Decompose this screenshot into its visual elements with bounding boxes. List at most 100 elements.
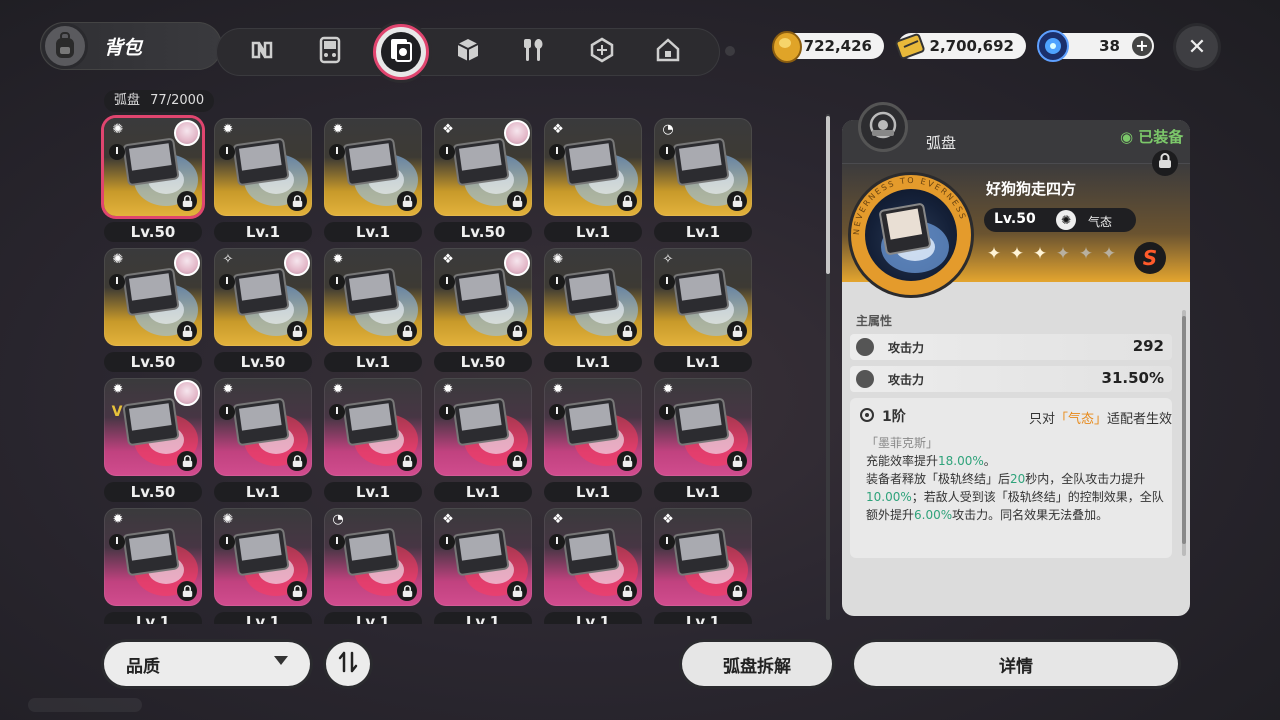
disc-card[interactable]: ✹ I [214, 118, 312, 216]
equipped-agent-avatar [174, 250, 200, 276]
tier-badge: I [329, 274, 345, 290]
tier-badge: I [549, 274, 565, 290]
back-button[interactable]: 背包 [40, 22, 222, 70]
lock-icon[interactable] [287, 321, 307, 341]
lock-icon[interactable] [177, 581, 197, 601]
coin-icon [768, 27, 806, 65]
disc-card[interactable]: ◔ I [654, 118, 752, 216]
effect-description: 「墨菲克斯」 充能效率提升18.00%。 装备者释放「极轨终结」后20秒内，全队… [866, 434, 1166, 524]
lock-icon[interactable] [727, 321, 747, 341]
lock-icon[interactable] [177, 451, 197, 471]
disc-card[interactable]: ❖ I [544, 508, 642, 606]
tier-badge: I [659, 144, 675, 160]
add-energy-button[interactable]: + [1132, 36, 1152, 56]
lock-icon[interactable] [287, 581, 307, 601]
detail-lock-toggle[interactable] [1152, 150, 1178, 176]
lock-icon[interactable] [397, 581, 417, 601]
lock-icon[interactable] [727, 191, 747, 211]
grid-scroll-thumb[interactable] [826, 116, 830, 274]
lock-icon[interactable] [617, 321, 637, 341]
disc-card[interactable]: ✹ I [324, 248, 422, 346]
disc-card[interactable]: ✹ V [104, 378, 202, 476]
disc-count-value: 77/2000 [150, 93, 205, 108]
lock-icon[interactable] [507, 451, 527, 471]
lock-icon[interactable] [727, 581, 747, 601]
disc-card[interactable]: ❖ I [544, 118, 642, 216]
lock-icon[interactable] [617, 451, 637, 471]
n-logo-icon [249, 37, 275, 67]
attribute-icon: ◔ [332, 512, 344, 527]
dismantle-button[interactable]: 弧盘拆解 [682, 642, 832, 686]
disc-card[interactable]: ✹ I [324, 118, 422, 216]
attribute-icon: ◔ [662, 122, 674, 137]
quality-filter-dropdown[interactable]: 品质 [104, 642, 310, 686]
sort-order-button[interactable] [326, 642, 370, 686]
disc-card[interactable]: ✹ I [324, 378, 422, 476]
disc-level: Lv.50 [994, 211, 1036, 227]
tier-badge: I [439, 274, 455, 290]
disc-card[interactable]: ✹ I [434, 378, 532, 476]
disc-type-icon [868, 110, 898, 144]
equipped-agent-avatar [504, 120, 530, 146]
lock-icon[interactable] [617, 191, 637, 211]
disc-card[interactable]: ✹ I [654, 378, 752, 476]
cube-outline-icon [589, 37, 615, 67]
stat-row: 攻击力 31.50% [850, 366, 1172, 392]
currency-energy[interactable]: 38 + [1037, 30, 1154, 62]
disc-art-icon [879, 203, 949, 273]
disc-card[interactable]: ✧ I [214, 248, 312, 346]
details-button[interactable]: 详情 [854, 642, 1178, 686]
disc-card[interactable]: ❖ I [434, 508, 532, 606]
lock-icon[interactable] [397, 321, 417, 341]
disc-card[interactable]: ✺ I [544, 248, 642, 346]
tab-material[interactable] [584, 34, 620, 70]
disc-card[interactable]: ✺ I [104, 118, 202, 216]
lock-icon[interactable] [177, 321, 197, 341]
disc-card[interactable]: ✹ I [544, 378, 642, 476]
tier-badge: I [329, 534, 345, 550]
tab-cube[interactable] [450, 34, 486, 70]
lock-icon[interactable] [507, 191, 527, 211]
disc-card[interactable]: ✧ I [654, 248, 752, 346]
disc-card[interactable]: ✺ I [214, 508, 312, 606]
lock-icon[interactable] [507, 581, 527, 601]
disc-card[interactable]: ◔ I [324, 508, 422, 606]
tier-badge: I [219, 274, 235, 290]
stat-value: 31.50% [1101, 369, 1164, 387]
currency-ticket[interactable]: 2,700,692 [895, 33, 1026, 60]
tab-home[interactable] [650, 34, 686, 70]
tab-gameboy[interactable] [312, 34, 348, 70]
tab-disc-drive[interactable] [373, 24, 429, 80]
disc-level-label: Lv.50 [104, 352, 202, 372]
lock-icon [1158, 153, 1172, 173]
lock-icon[interactable] [507, 321, 527, 341]
lock-icon[interactable] [287, 451, 307, 471]
close-button[interactable]: ✕ [1176, 26, 1218, 68]
lock-icon[interactable] [177, 191, 197, 211]
disc-card[interactable]: ❖ I [654, 508, 752, 606]
tab-food[interactable] [516, 34, 552, 70]
disc-card[interactable]: ✺ I [104, 248, 202, 346]
tier-badge: I [439, 534, 455, 550]
disc-level-label: Lv.1 [654, 612, 752, 624]
set-effect-box: 1阶 只对「气态」适配者生效 「墨菲克斯」 充能效率提升18.00%。 装备者释… [850, 398, 1172, 558]
lock-icon[interactable] [727, 451, 747, 471]
lock-icon[interactable] [617, 581, 637, 601]
disc-card[interactable]: ❖ I [434, 248, 532, 346]
lock-icon[interactable] [397, 191, 417, 211]
detail-scroll-thumb[interactable] [1182, 316, 1186, 544]
disc-card[interactable]: ✹ I [104, 508, 202, 606]
equipped-agent-avatar [504, 250, 530, 276]
tab-n[interactable] [244, 34, 280, 70]
attack-icon [856, 370, 874, 388]
tier-badge: I [219, 144, 235, 160]
coin-amount: 722,426 [803, 37, 872, 55]
tier-badge: I [219, 534, 235, 550]
disc-card[interactable]: ✹ I [214, 378, 312, 476]
disc-card[interactable]: ❖ I [434, 118, 532, 216]
currency-coin[interactable]: 722,426 [772, 31, 884, 63]
lock-icon[interactable] [397, 451, 417, 471]
lock-icon[interactable] [287, 191, 307, 211]
disc-card-icon [389, 37, 413, 67]
disc-level-label: Lv.1 [544, 352, 642, 372]
